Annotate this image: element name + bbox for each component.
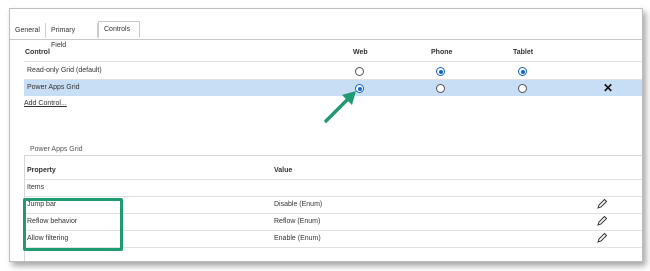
column-header-web: Web — [353, 49, 368, 56]
property-name: Items — [27, 184, 45, 191]
control-row-label[interactable]: Power Apps Grid — [27, 84, 80, 91]
row-divider — [24, 196, 642, 197]
tab-controls-label: Controls — [104, 26, 131, 33]
radio-web-readonly-grid[interactable] — [355, 67, 364, 76]
property-value: Disable (Enum) — [274, 201, 323, 208]
radio-phone-power-apps-grid[interactable] — [436, 84, 445, 93]
column-header-tablet: Tablet — [513, 49, 534, 56]
column-header-property: Property — [27, 167, 56, 174]
tab-controls[interactable]: Controls — [98, 21, 140, 38]
section-title: Power Apps Grid — [28, 146, 85, 153]
header-divider — [24, 179, 642, 180]
edit-pencil-icon[interactable] — [596, 232, 608, 244]
add-control-link[interactable]: Add Control... — [24, 100, 67, 107]
tab-primary-field[interactable]: Primary Field — [46, 23, 98, 49]
column-header-phone: Phone — [431, 49, 453, 56]
control-properties-window: General Primary Field Controls Control W… — [9, 8, 643, 262]
property-value: Reflow (Enum) — [274, 218, 321, 225]
header-divider — [24, 61, 642, 62]
edit-pencil-icon[interactable] — [596, 215, 608, 227]
property-value: Enable (Enum) — [274, 235, 321, 242]
column-header-control: Control — [25, 49, 50, 56]
column-header-value: Value — [274, 167, 293, 174]
annotation-arrow-icon — [324, 91, 356, 123]
tab-bar: General Primary Field Controls — [10, 21, 642, 49]
tab-general[interactable]: General — [10, 23, 46, 38]
tab-primary-field-label: Primary Field — [51, 27, 76, 49]
remove-control-icon[interactable]: ✕ — [603, 81, 613, 95]
edit-pencil-icon[interactable] — [596, 198, 608, 210]
radio-tablet-readonly-grid[interactable] — [518, 67, 527, 76]
radio-phone-readonly-grid[interactable] — [436, 67, 445, 76]
control-row-label[interactable]: Read-only Grid (default) — [27, 67, 102, 74]
tab-general-label: General — [15, 27, 40, 34]
radio-tablet-power-apps-grid[interactable] — [518, 84, 527, 93]
annotation-highlight-box — [23, 198, 123, 251]
